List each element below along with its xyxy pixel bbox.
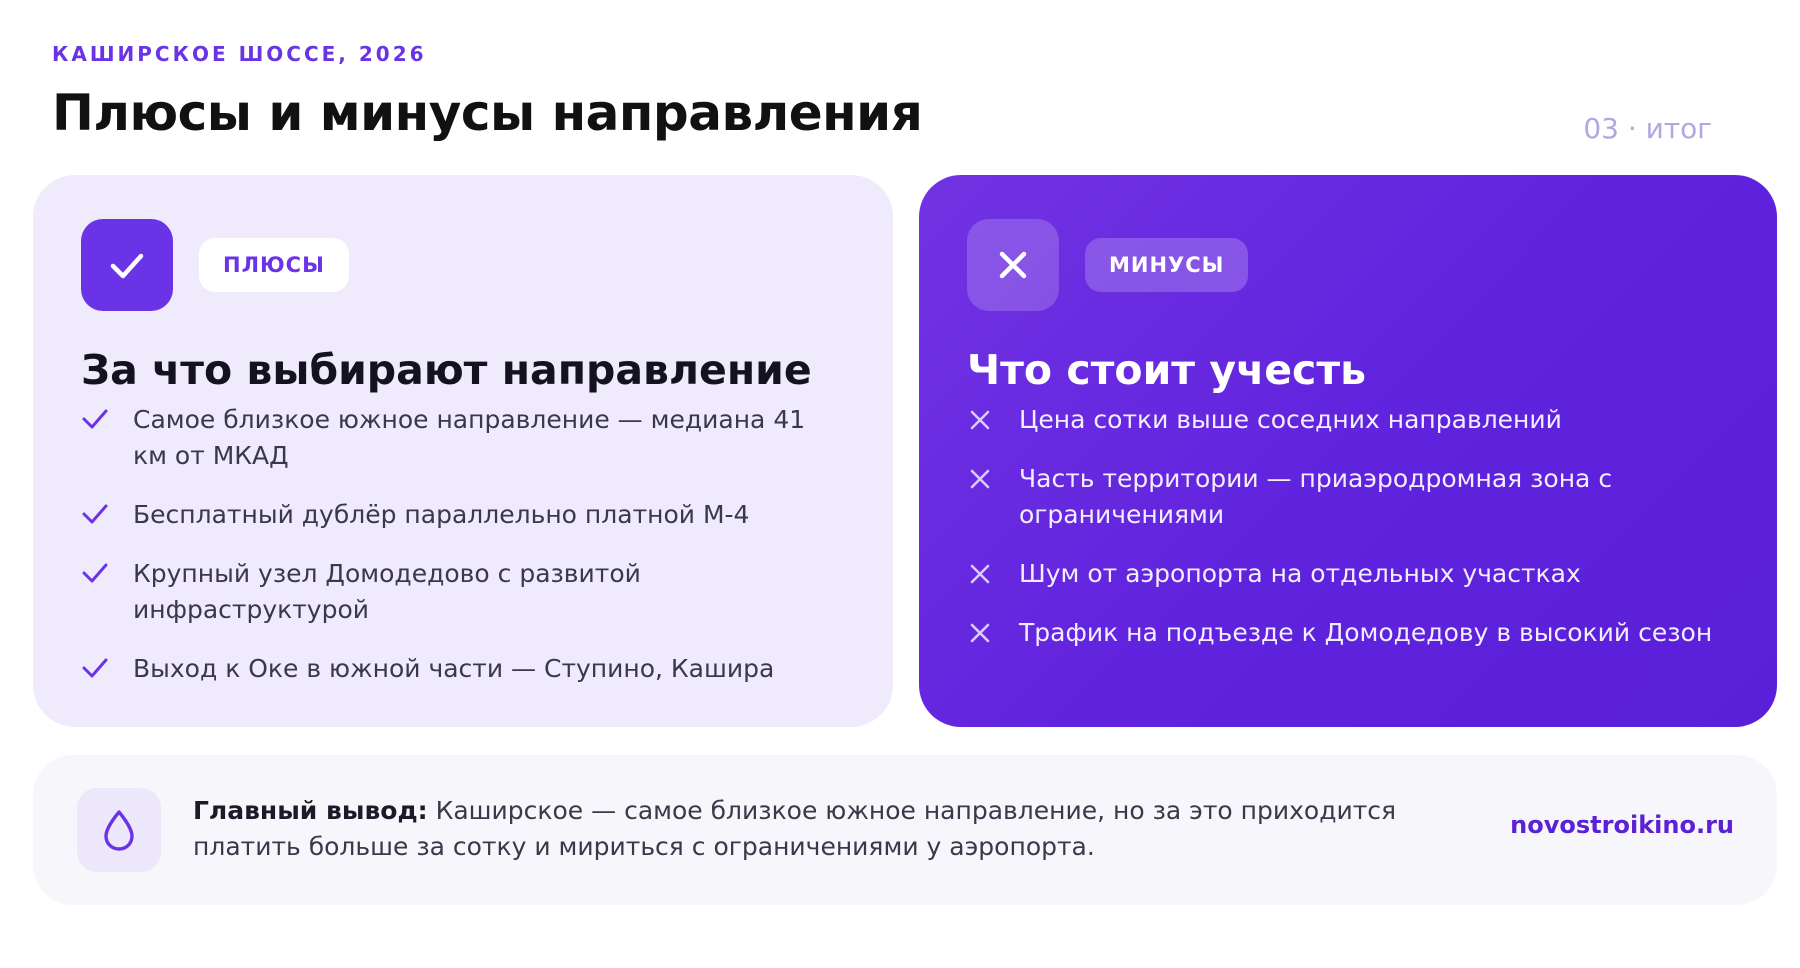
summary-panel: Главный вывод: Каширское — самое близкое… (33, 755, 1777, 905)
cons-card-header: МИНУСЫ (967, 219, 1729, 311)
site-link[interactable]: novostroikino.ru (1510, 811, 1734, 839)
pros-list-item: Бесплатный дублёр параллельно платной М-… (81, 497, 845, 533)
cross-mark-icon (967, 556, 1019, 591)
cons-list-item: Цена сотки выше соседних направлений (967, 402, 1729, 438)
pros-tag: ПЛЮСЫ (199, 238, 349, 292)
check-mark-icon (81, 497, 133, 530)
pros-list-item: Крупный узел Домодедово с развитой инфра… (81, 556, 845, 628)
page-counter: 03 · итог (1583, 112, 1712, 145)
pros-item-text: Выход к Оке в южной части — Ступино, Каш… (133, 654, 775, 684)
check-mark-icon (81, 651, 133, 684)
drop-icon (77, 788, 161, 872)
cons-item-text: Трафик на подъезде к Домодедову в высоки… (1019, 618, 1713, 648)
cross-mark-icon (967, 402, 1019, 437)
check-mark-icon (81, 556, 133, 589)
pros-item-text: Крупный узел Домодедово с развитой инфра… (133, 559, 641, 625)
summary-text: Главный вывод: Каширское — самое близкое… (193, 793, 1483, 865)
cons-item-text: Цена сотки выше соседних направлений (1019, 405, 1562, 435)
pros-list-item: Самое близкое южное направление — медиан… (81, 402, 845, 474)
pros-list: Самое близкое южное направление — медиан… (81, 402, 845, 687)
cross-mark-icon (967, 461, 1019, 496)
page-title: Плюсы и минусы направления (52, 84, 923, 142)
cons-list: Цена сотки выше соседних направлений Час… (967, 402, 1729, 651)
summary-label: Главный вывод: (193, 796, 428, 825)
cons-card: МИНУСЫ Что стоит учесть Цена сотки выше … (919, 175, 1777, 727)
section-eyebrow: КАШИРСКОЕ ШОССЕ, 2026 (52, 42, 427, 66)
cross-mark-icon (967, 615, 1019, 650)
pros-card: ПЛЮСЫ За что выбирают направление Самое … (33, 175, 893, 727)
check-icon (81, 219, 173, 311)
cons-list-item: Трафик на подъезде к Домодедову в высоки… (967, 615, 1729, 651)
pros-card-header: ПЛЮСЫ (81, 219, 845, 311)
pros-item-text: Самое близкое южное направление — медиан… (133, 405, 806, 471)
close-icon (967, 219, 1059, 311)
cons-list-item: Часть территории — приаэродромная зона с… (967, 461, 1729, 533)
cons-item-text: Шум от аэропорта на отдельных участках (1019, 559, 1581, 589)
check-mark-icon (81, 402, 133, 435)
pros-list-item: Выход к Оке в южной части — Ступино, Каш… (81, 651, 845, 687)
pros-item-text: Бесплатный дублёр параллельно платной М-… (133, 500, 750, 530)
pros-title: За что выбирают направление (81, 346, 812, 394)
cons-list-item: Шум от аэропорта на отдельных участках (967, 556, 1729, 592)
cons-item-text: Часть территории — приаэродромная зона с… (1019, 464, 1613, 530)
cons-tag: МИНУСЫ (1085, 238, 1249, 292)
cons-title: Что стоит учесть (967, 346, 1367, 394)
